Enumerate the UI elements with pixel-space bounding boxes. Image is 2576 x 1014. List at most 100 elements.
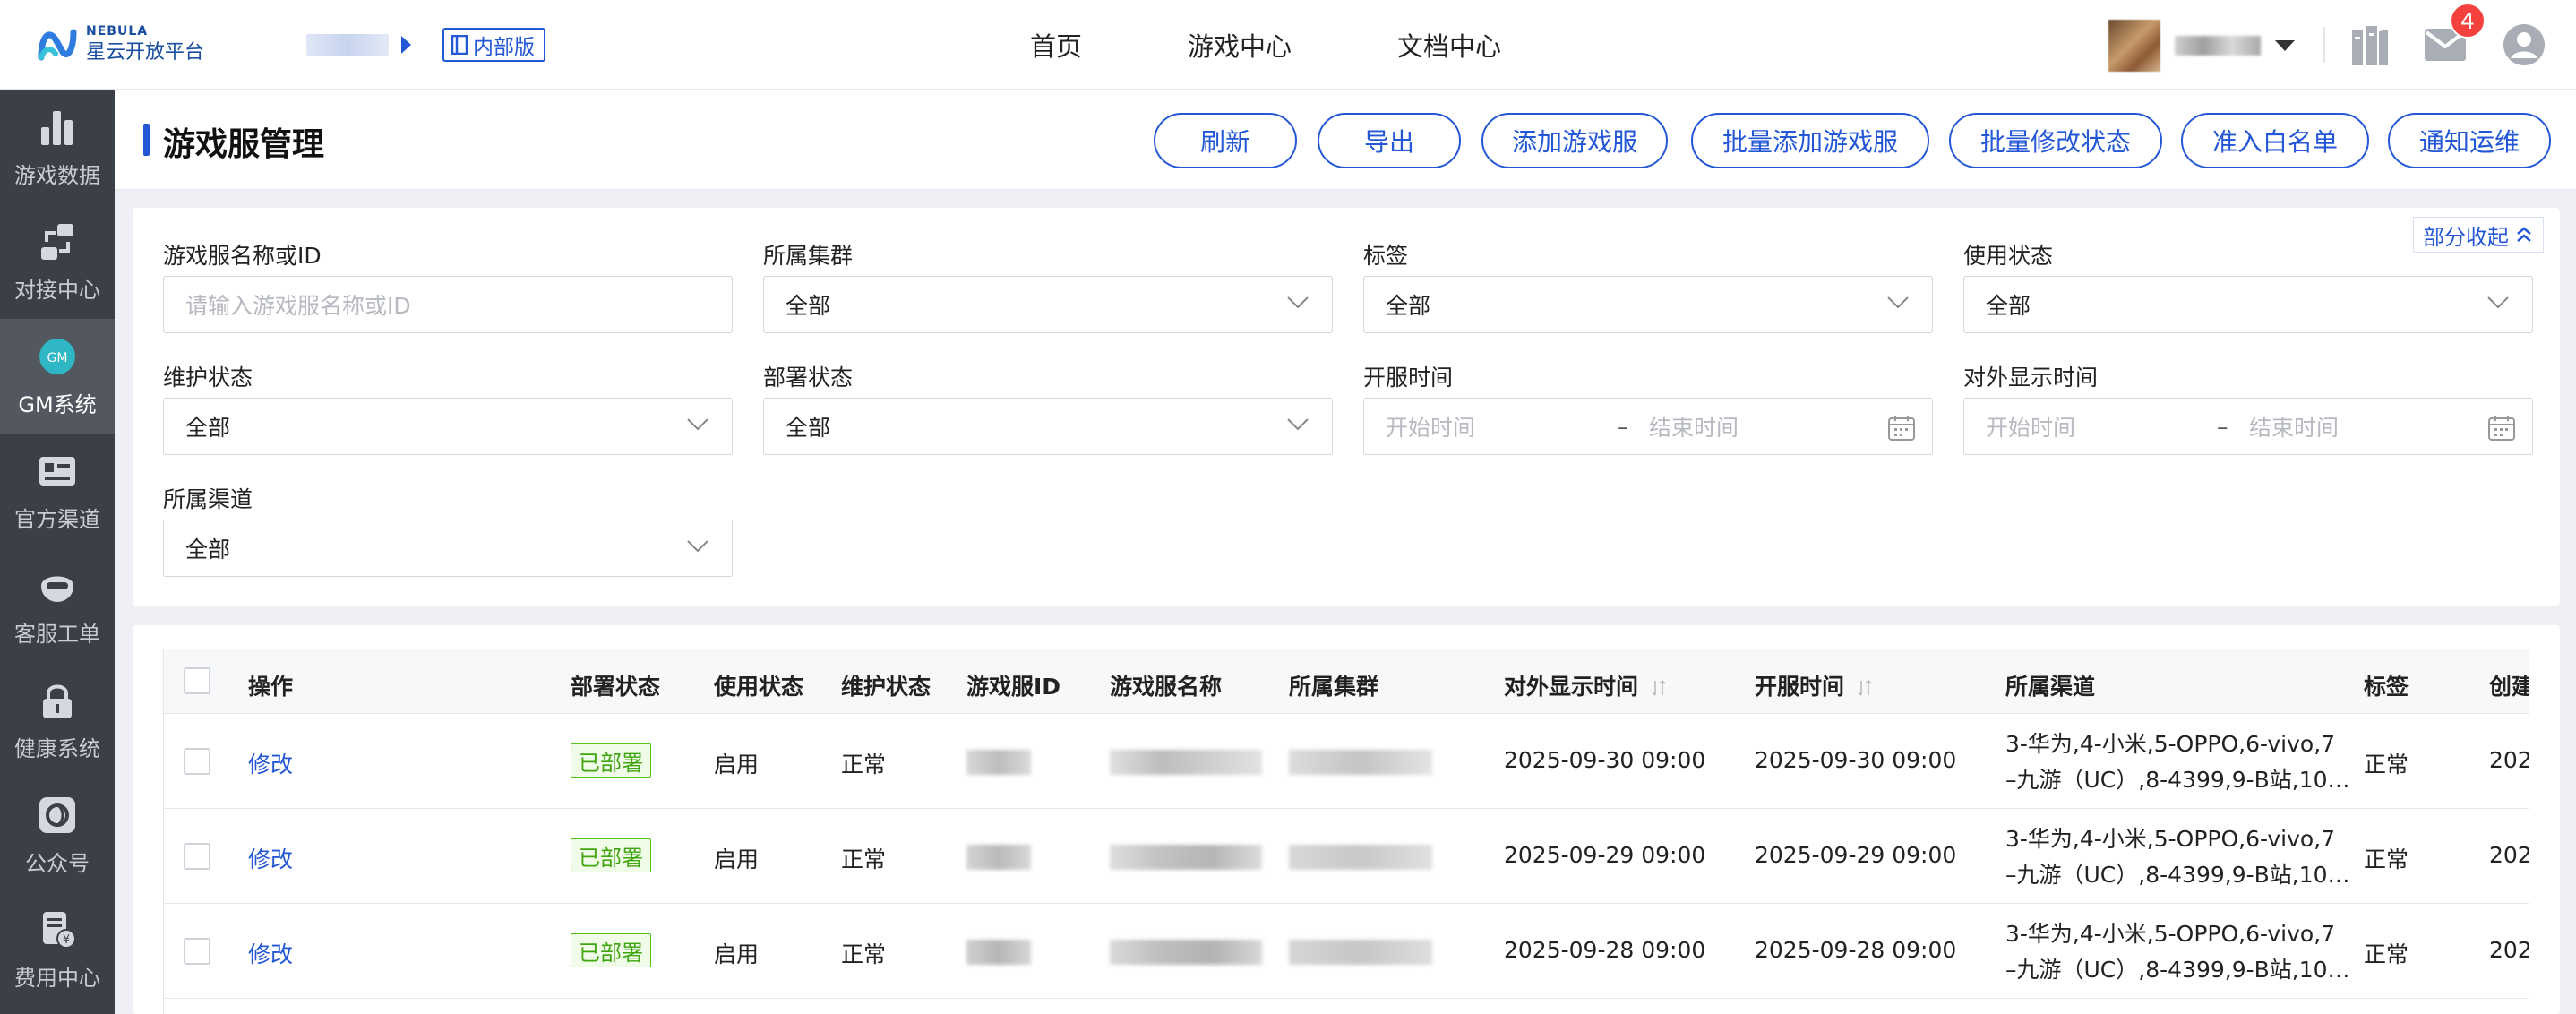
display-time-range-picker[interactable]: 开始时间 结束时间 –	[1963, 398, 2533, 455]
col-server-name: 游戏服名称	[1110, 674, 1223, 700]
row-checkbox[interactable]	[184, 748, 210, 775]
open-time-start[interactable]: 开始时间	[1386, 410, 1475, 443]
headset-icon	[36, 564, 79, 607]
page-title: 游戏服管理	[163, 126, 325, 163]
sidebar-item-integration[interactable]: 对接中心	[0, 204, 115, 319]
refresh-button[interactable]: 刷新	[1154, 113, 1297, 168]
edit-link[interactable]: 修改	[248, 747, 293, 779]
top-header: NEBULA 星云开放平台 内部版 首页 游戏中心 文档中心 4	[0, 0, 2576, 90]
table-row: 修改 已部署 启用 正常 2025-09-30 09:00 2025-09-30…	[164, 714, 2529, 809]
title-accent-bar	[143, 124, 150, 156]
logo-chinese-text: 星云开放平台	[86, 41, 205, 64]
sidebar-item-label: 客服工单	[14, 621, 100, 647]
sidebar-item-official-account[interactable]: 公众号	[0, 778, 115, 892]
export-button[interactable]: 导出	[1318, 113, 1461, 168]
connect-icon	[36, 220, 79, 263]
deploy-value: 全部	[786, 415, 831, 441]
server-table-panel: 操作 部署状态 使用状态 维护状态 游戏服ID 游戏服名称 所属集群 对外显示时…	[133, 625, 2560, 1014]
name-filter-label: 游戏服名称或ID	[163, 243, 322, 269]
display-time-start[interactable]: 开始时间	[1986, 410, 2075, 443]
caret-right-icon[interactable]	[401, 36, 411, 54]
filter-panel: 部分收起 游戏服名称或ID 请输入游戏服名称或ID 所属集群 全部 标签 全部 …	[133, 208, 2560, 606]
brand-logo[interactable]: NEBULA 星云开放平台	[36, 21, 204, 66]
calendar-icon	[1888, 416, 1915, 441]
nav-game-center[interactable]: 游戏中心	[1188, 26, 1292, 64]
created-value: 2025	[2489, 937, 2529, 963]
maintenance-status: 正常	[841, 846, 887, 872]
col-action: 操作	[248, 674, 294, 700]
channel-select[interactable]: 全部	[163, 520, 733, 577]
sidebar-item-support-ticket[interactable]: 客服工单	[0, 548, 115, 663]
user-name-blurred[interactable]	[2175, 36, 2261, 56]
batch-change-status-button[interactable]: 批量修改状态	[1949, 113, 2162, 168]
collapse-filters-button[interactable]: 部分收起	[2413, 217, 2544, 253]
user-profile-icon[interactable]	[2499, 20, 2549, 70]
display-time-filter-label: 对外显示时间	[1963, 365, 2099, 391]
usage-filter-label: 使用状态	[1963, 243, 2054, 269]
calendar-icon	[2488, 416, 2515, 441]
sidebar-item-gm-system[interactable]: GM GM系统	[0, 319, 115, 434]
edit-link[interactable]: 修改	[248, 842, 293, 874]
id-card-icon	[36, 450, 79, 493]
user-avatar[interactable]	[2108, 20, 2160, 72]
created-value: 2025	[2489, 747, 2529, 773]
channel-line-1: 3-华为,4-小米,5-OPPO,6-vivo,7	[2005, 731, 2336, 757]
sort-icon[interactable]	[1858, 679, 1872, 697]
usage-status-select[interactable]: 全部	[1963, 276, 2533, 333]
edit-link[interactable]: 修改	[248, 937, 293, 969]
channel-filter-label: 所属渠道	[163, 486, 253, 512]
channel-value: 3-华为,4-小米,5-OPPO,6-vivo,7 –九游（UC）,8-4399…	[2005, 726, 2350, 798]
server-id-blurred	[966, 750, 1031, 775]
cluster-select[interactable]: 全部	[763, 276, 1333, 333]
channel-line-1: 3-华为,4-小米,5-OPPO,6-vivo,7	[2005, 826, 2336, 852]
batch-add-server-button[interactable]: 批量添加游戏服	[1691, 113, 1929, 168]
chevron-down-icon	[1287, 418, 1309, 431]
sidebar-item-billing[interactable]: ¥ 费用中心	[0, 892, 115, 1007]
deploy-status-select[interactable]: 全部	[763, 398, 1333, 455]
channel-line-2: –九游（UC）,8-4399,9-B站,10…	[2005, 862, 2350, 888]
sidebar-item-official-channel[interactable]: 官方渠道	[0, 434, 115, 548]
row-checkbox[interactable]	[184, 843, 210, 870]
open-time-value: 2025-09-28 09:00	[1755, 937, 1957, 963]
col-display-time-label: 对外显示时间	[1504, 674, 1639, 700]
open-time-value: 2025-09-30 09:00	[1755, 747, 1957, 773]
server-name-input[interactable]: 请输入游戏服名称或ID	[163, 276, 733, 333]
sidebar-item-label: 官方渠道	[14, 506, 100, 532]
nav-doc-center[interactable]: 文档中心	[1397, 26, 1501, 64]
project-selector-blurred[interactable]	[306, 34, 389, 56]
gm-icon: GM	[36, 335, 79, 378]
caret-down-icon[interactable]	[2275, 40, 2295, 51]
tag-select[interactable]: 全部	[1363, 276, 1933, 333]
row-checkbox[interactable]	[184, 938, 210, 965]
display-time-end[interactable]: 结束时间	[2249, 410, 2339, 443]
header-divider	[2323, 27, 2325, 63]
display-time-value: 2025-09-28 09:00	[1504, 937, 1706, 963]
col-deploy-status: 部署状态	[571, 674, 661, 700]
col-display-time[interactable]: 对外显示时间	[1504, 669, 1666, 701]
server-name-placeholder: 请输入游戏服名称或ID	[185, 293, 411, 319]
col-open-time[interactable]: 开服时间	[1755, 669, 1872, 701]
open-time-value: 2025-09-29 09:00	[1755, 842, 1957, 868]
docs-icon[interactable]	[2345, 20, 2395, 70]
usage-status: 启用	[714, 752, 760, 778]
chevron-down-icon	[687, 418, 708, 431]
open-time-end[interactable]: 结束时间	[1649, 410, 1739, 443]
sidebar-item-health-system[interactable]: 健康系统	[0, 663, 115, 778]
channel-line-2: –九游（UC）,8-4399,9-B站,10…	[2005, 957, 2350, 983]
open-time-filter-label: 开服时间	[1363, 365, 1454, 391]
sidebar-item-game-data[interactable]: 游戏数据	[0, 90, 115, 204]
add-server-button[interactable]: 添加游戏服	[1481, 113, 1668, 168]
open-time-range-picker[interactable]: 开始时间 结束时间 –	[1363, 398, 1933, 455]
col-server-id: 游戏服ID	[966, 674, 1061, 700]
deploy-status-badge: 已部署	[571, 743, 651, 778]
nebula-logo-icon	[38, 29, 77, 61]
nav-home[interactable]: 首页	[1030, 26, 1082, 64]
sort-icon[interactable]	[1652, 679, 1666, 697]
whitelist-button[interactable]: 准入白名单	[2181, 113, 2369, 168]
maintenance-status-select[interactable]: 全部	[163, 398, 733, 455]
select-all-checkbox[interactable]	[184, 667, 210, 694]
top-navigation: 首页 游戏中心 文档中心	[1030, 0, 1607, 90]
notify-ops-button[interactable]: 通知运维	[2388, 113, 2551, 168]
display-time-value: 2025-09-29 09:00	[1504, 842, 1706, 868]
chevron-down-icon	[2487, 296, 2509, 309]
